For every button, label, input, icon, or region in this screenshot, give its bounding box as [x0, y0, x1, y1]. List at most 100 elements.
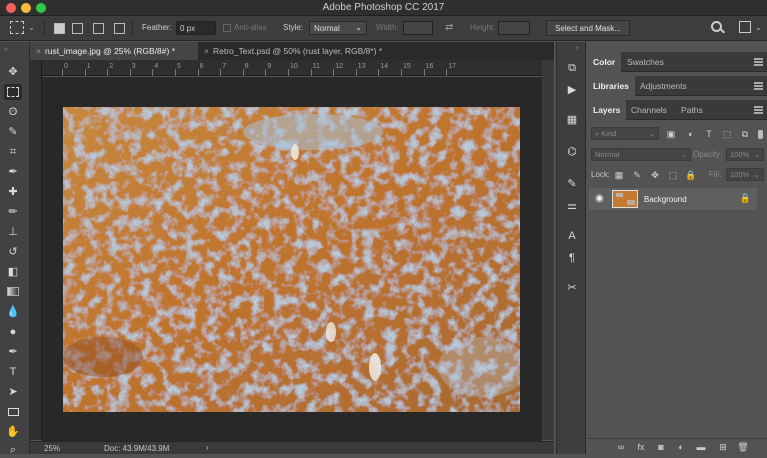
ruler-tick-label: 2: [109, 63, 114, 70]
ruler-tick-mark: [401, 69, 402, 76]
smart-object-filter-icon[interactable]: ⧉: [739, 128, 751, 140]
brushes-panel-icon[interactable]: ✎: [563, 176, 581, 192]
status-menu-arrow[interactable]: ›: [206, 443, 209, 452]
dodge-tool-icon[interactable]: ●: [4, 324, 22, 340]
type-tool-icon[interactable]: T: [4, 364, 22, 380]
eye-icon[interactable]: ◉: [595, 193, 604, 204]
adjust-panel-icon[interactable]: ⚌: [563, 198, 581, 214]
tab-swatches[interactable]: Swatches: [621, 52, 670, 72]
style-select[interactable]: Normal ⌄: [309, 21, 367, 35]
tab-layers[interactable]: Layers: [587, 100, 627, 120]
lasso-tool-icon[interactable]: ʘ: [4, 104, 22, 120]
canvas-area[interactable]: [42, 77, 542, 441]
panel-menu-icon[interactable]: [754, 106, 763, 114]
ruler-tick-label: 7: [222, 63, 227, 70]
pen-tool-icon[interactable]: ✒: [4, 344, 22, 360]
lock-artboard-icon[interactable]: ⬚: [667, 169, 679, 181]
close-tab-icon[interactable]: ×: [36, 46, 41, 56]
eraser-tool-icon[interactable]: ◧: [4, 264, 22, 280]
path-selection-tool-icon[interactable]: ➤: [4, 384, 22, 400]
move-tool-icon[interactable]: ✥: [4, 64, 22, 80]
width-input[interactable]: [403, 21, 433, 35]
brush-tool-icon[interactable]: ✏: [4, 204, 22, 220]
lock-all-icon[interactable]: 🔒: [685, 169, 697, 181]
lock-image-icon[interactable]: ✎: [631, 169, 643, 181]
tab-retro-text[interactable]: × Retro_Text.psd @ 50% (rust layer, RGB/8…: [198, 42, 438, 60]
rectangle-tool-icon[interactable]: [4, 404, 22, 420]
intersect-selection-icon[interactable]: [114, 23, 125, 34]
paragraph-panel-icon[interactable]: ¶: [563, 250, 581, 266]
link-layers-icon[interactable]: ∞: [615, 441, 627, 453]
brush-settings-panel-icon[interactable]: ⌬: [563, 144, 581, 160]
add-to-selection-icon[interactable]: [72, 23, 83, 34]
clone-stamp-tool-icon[interactable]: ⊥: [4, 224, 22, 240]
opacity-input[interactable]: 100% ⌄: [726, 148, 764, 161]
layer-name[interactable]: Background: [644, 195, 687, 204]
adjustment-layer-icon[interactable]: ◐: [675, 441, 687, 453]
feather-input[interactable]: 0 px: [176, 21, 216, 35]
lock-position-icon[interactable]: ✥: [649, 169, 661, 181]
ruler-tick-label: 16: [425, 63, 434, 70]
gradient-tool-icon[interactable]: [4, 284, 22, 300]
new-selection-icon[interactable]: [54, 23, 65, 34]
ruler-tick-mark: [220, 69, 222, 76]
properties-panel-icon[interactable]: ▦: [563, 112, 581, 128]
fill-input[interactable]: 100% ⌄: [726, 168, 764, 181]
new-group-icon[interactable]: ▬: [695, 441, 707, 453]
crop-tool-icon[interactable]: ⌗: [4, 144, 22, 160]
healing-brush-tool-icon[interactable]: ✚: [4, 184, 22, 200]
pixel-filter-icon[interactable]: ▣: [665, 128, 677, 140]
tab-rust-image[interactable]: × rust_image.jpg @ 25% (RGB/8#) *: [30, 42, 198, 60]
chevron-down-icon[interactable]: ⌄: [755, 23, 762, 32]
marquee-tool-icon[interactable]: [4, 84, 22, 100]
close-tab-icon[interactable]: ×: [204, 46, 209, 56]
quick-selection-tool-icon[interactable]: ✎: [4, 124, 22, 140]
marquee-tool-preset-icon[interactable]: [10, 21, 24, 34]
width-label: Width:: [376, 23, 399, 32]
blur-tool-icon[interactable]: 💧: [4, 304, 22, 320]
ruler-tick-mark: [288, 69, 289, 76]
layer-style-icon[interactable]: fx: [635, 441, 647, 453]
panel-menu-icon[interactable]: [754, 58, 763, 66]
chevron-down-icon[interactable]: ⌄: [28, 23, 35, 32]
vertical-scrollbar[interactable]: [542, 60, 554, 440]
tab-color[interactable]: Color: [587, 52, 622, 72]
height-input[interactable]: [498, 21, 530, 35]
zoom-level[interactable]: 25%: [44, 444, 60, 453]
select-and-mask-button[interactable]: Select and Mask...: [546, 20, 630, 36]
workspace-icon[interactable]: [739, 21, 751, 33]
anti-alias-label: Anti-alias: [234, 23, 267, 32]
tab-paths[interactable]: Paths: [675, 100, 709, 120]
tab-channels[interactable]: Channels: [625, 100, 673, 120]
new-layer-icon[interactable]: ⊞: [717, 441, 729, 453]
character-panel-icon[interactable]: A: [563, 228, 581, 244]
rust-texture-image[interactable]: [63, 107, 520, 412]
history-panel-icon[interactable]: ⧉: [563, 60, 581, 76]
ruler-tick-mark: [107, 69, 109, 76]
anti-alias-checkbox[interactable]: [223, 24, 231, 32]
subtract-from-selection-icon[interactable]: [93, 23, 104, 34]
zoom-tool-icon[interactable]: ⌕: [4, 442, 22, 458]
lock-transparent-icon[interactable]: ▦: [613, 169, 625, 181]
layer-kind-filter[interactable]: ⌕ Kind ⌄: [591, 127, 659, 140]
ruler-tick-label: 12: [335, 63, 343, 70]
blend-mode-select[interactable]: Normal ⌄: [591, 148, 691, 161]
type-filter-icon[interactable]: T: [703, 128, 715, 140]
eyedropper-tool-icon[interactable]: ✒: [4, 164, 22, 180]
filter-toggle[interactable]: [758, 130, 763, 139]
tools-panel: » ✥ ʘ ✎ ⌗ ✒ ✚ ✏ ⊥ ↺ ◧ 💧 ● ✒ T ➤ ✋ ⌕: [0, 42, 30, 456]
history-brush-tool-icon[interactable]: ↺: [4, 244, 22, 260]
tool-presets-panel-icon[interactable]: ✂: [563, 280, 581, 296]
tab-adjustments[interactable]: Adjustments: [634, 76, 693, 96]
actions-panel-icon[interactable]: ▶: [563, 82, 581, 98]
adjustment-filter-icon[interactable]: ◐: [685, 128, 697, 140]
add-mask-icon[interactable]: ◙: [655, 441, 667, 453]
panel-menu-icon[interactable]: [754, 82, 763, 90]
title-bar: Adobe Photoshop CC 2017: [0, 0, 767, 16]
swap-width-height-icon[interactable]: ⇄: [445, 22, 453, 33]
tab-libraries[interactable]: Libraries: [587, 76, 635, 96]
delete-layer-icon[interactable]: 🗑: [737, 441, 749, 453]
hand-tool-icon[interactable]: ✋: [4, 424, 22, 440]
layer-row[interactable]: ◉ Background 🔒: [589, 188, 757, 210]
shape-filter-icon[interactable]: ⬚: [721, 128, 733, 140]
